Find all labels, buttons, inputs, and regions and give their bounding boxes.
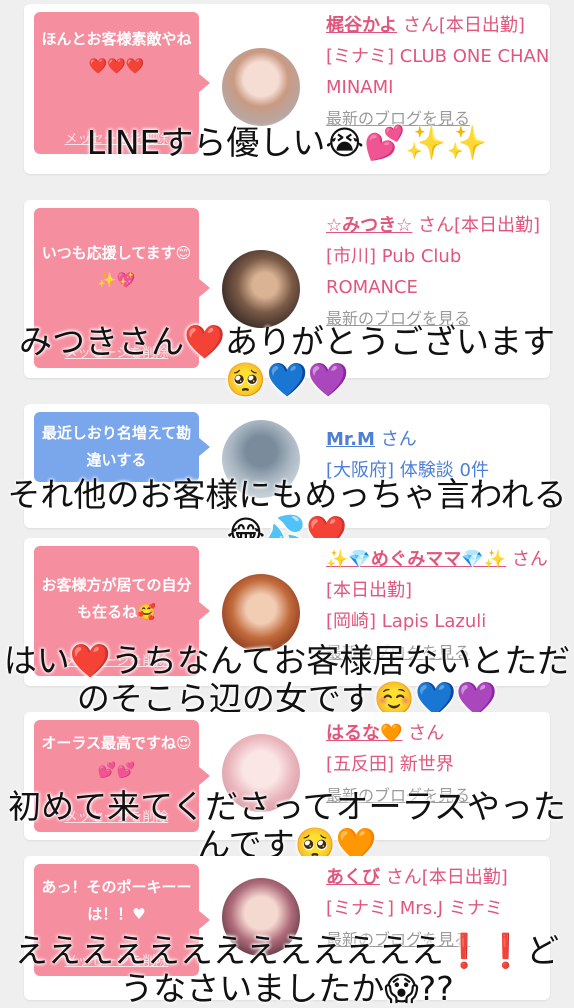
- avatar[interactable]: [222, 48, 300, 126]
- sender-name[interactable]: ✨💎めぐみママ💎✨: [326, 549, 506, 570]
- message-bubble: 最近しおり名増えて勘違いする: [34, 412, 210, 482]
- message-text: 最近しおり名増えて勘違いする: [41, 424, 192, 469]
- caption-overlay: LINEすら優しい😭💕✨✨: [86, 123, 488, 162]
- shop-name[interactable]: [岡崎] Lapis Lazuli: [326, 611, 486, 632]
- caption-overlay: みつきさん❤️ありがとうございます🥺💙💜: [18, 322, 556, 399]
- message-text: お客様方が居ての自分も在るね🥰: [41, 576, 192, 621]
- caption-overlay: 初めて来てくださってオーラスやったんです🥺🧡: [8, 787, 566, 864]
- message-text: ほんとお客様素敵やね❤️❤️❤️: [41, 30, 192, 75]
- shop-name[interactable]: [ミナミ] Mrs.J ミナミ: [326, 898, 503, 919]
- sender-info: 梶谷かよ さん[本日出勤] [ミナミ] CLUB ONE CHAN MINAMI…: [326, 10, 554, 134]
- sender-suffix: さん[本日出勤]: [397, 15, 525, 36]
- message-text: いつも応援してます😊✨💖: [41, 244, 192, 289]
- sender-name[interactable]: 梶谷かよ: [326, 15, 397, 36]
- sender-name[interactable]: Mr.M: [326, 429, 375, 450]
- sender-name[interactable]: ☆みつき☆: [326, 215, 412, 236]
- sender-suffix: さん[本日出勤]: [380, 867, 508, 888]
- sender-name[interactable]: あくび: [326, 867, 380, 888]
- caption-overlay: えええええええええええええ❗️❗️どうなさいましたか😱??: [14, 931, 560, 1008]
- sender-suffix: さん: [402, 723, 445, 744]
- sender-suffix: さん: [374, 429, 417, 450]
- sender-info: ☆みつき☆ さん[本日出勤] [市川] Pub Club ROMANCE 最新の…: [326, 210, 554, 334]
- shop-name[interactable]: [ミナミ] CLUB ONE CHAN MINAMI: [326, 46, 549, 98]
- avatar[interactable]: [222, 250, 300, 328]
- caption-overlay: はい❤️うちなんてお客様居ないとただのそこら辺の女です☺️💙💜: [3, 641, 571, 718]
- shop-name[interactable]: [五反田] 新世界: [326, 754, 454, 775]
- sender-name[interactable]: はるな🧡: [326, 723, 402, 744]
- message-text: あっ！そのポーキーーは！！♥: [41, 878, 192, 923]
- sender-suffix: さん[本日出勤]: [412, 215, 541, 236]
- message-text: オーラス最高ですね😍💕💕: [41, 734, 192, 779]
- shop-name[interactable]: [市川] Pub Club ROMANCE: [326, 246, 461, 298]
